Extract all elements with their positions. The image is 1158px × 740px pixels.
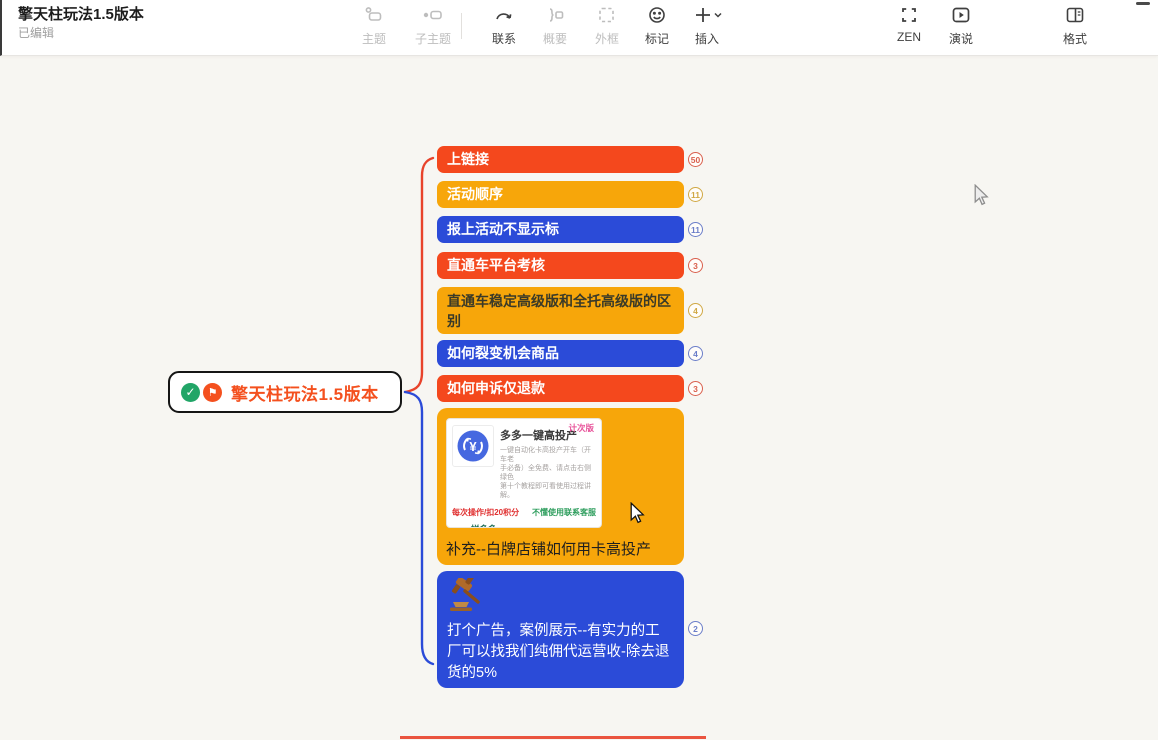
- window-minimize-dash[interactable]: [1136, 2, 1150, 5]
- present-label: 演说: [935, 30, 987, 47]
- cost-note: 每次操作/扣20积分: [452, 507, 519, 518]
- mindmap-canvas[interactable]: ✓ ⚑ 擎天柱玩法1.5版本 上链接 活动顺序 报上活动不显示标 直通车平台考核…: [0, 56, 1158, 740]
- topic-count-badge[interactable]: 4: [688, 303, 703, 318]
- topic-activity-no-tag[interactable]: 报上活动不显示标: [437, 216, 684, 243]
- help-note: 不懂使用联系客服: [532, 507, 596, 518]
- insert-plus-icon: [678, 5, 736, 29]
- document-status: 已编辑: [18, 24, 54, 41]
- format-label: 格式: [1049, 30, 1101, 47]
- topic-count-badge[interactable]: 4: [688, 346, 703, 361]
- document-title[interactable]: 擎天柱玩法1.5版本: [18, 3, 144, 24]
- zen-brackets-icon: [883, 5, 935, 29]
- root-topic[interactable]: ✓ ⚑ 擎天柱玩法1.5版本: [168, 371, 402, 413]
- summary-button[interactable]: 概要: [529, 5, 581, 47]
- topic-count-badge[interactable]: 11: [688, 222, 703, 237]
- remote-cursor: [972, 184, 990, 206]
- topic-ztc-platform-check[interactable]: 直通车平台考核: [437, 252, 684, 279]
- topic-split-opportunity-product[interactable]: 如何裂变机会商品: [437, 340, 684, 367]
- marker-label: 标记: [631, 30, 683, 47]
- tool-logo-icon: ¥: [452, 425, 494, 467]
- tool-card-description: 一键自动化卡高投产开车（开车老 手必备）全免费、请点击右侧绿色 第十个教程即可看…: [500, 446, 596, 500]
- zen-button[interactable]: ZEN: [883, 5, 935, 44]
- topic-label: 上链接: [447, 150, 489, 169]
- insert-button[interactable]: 插入: [678, 5, 736, 47]
- toolbar: 擎天柱玩法1.5版本 已编辑 主题 子主题 联系 概要: [0, 0, 1158, 56]
- supplement-caption: 补充--白牌店铺如何用卡高投产: [446, 538, 675, 559]
- topic-count-badge[interactable]: 11: [688, 187, 703, 202]
- topic-label: 主题: [348, 30, 400, 47]
- topic-ztc-version-diff[interactable]: 直通车稳定高级版和全托高级版的区别: [437, 287, 684, 334]
- platform-label: 拼多多: [471, 523, 601, 528]
- gavel-icon: [447, 578, 487, 612]
- topic-count-badge[interactable]: 50: [688, 152, 703, 167]
- flag-marker-icon[interactable]: ⚑: [203, 383, 222, 402]
- relationship-icon: [478, 5, 530, 29]
- root-topic-label: 擎天柱玩法1.5版本: [231, 380, 379, 405]
- topic-appeal-refund[interactable]: 如何申诉仅退款: [437, 375, 684, 402]
- topic-activity-order[interactable]: 活动顺序: [437, 181, 684, 208]
- topic-label: 如何申诉仅退款: [447, 379, 545, 398]
- subtopic-button[interactable]: 子主题: [407, 5, 459, 47]
- toolbar-separator: [461, 13, 462, 39]
- tool-card-tag: 计次版: [568, 422, 594, 434]
- topic-button[interactable]: 主题: [348, 5, 400, 47]
- topic-label: 如何裂变机会商品: [447, 344, 559, 363]
- ad-text: 打个广告，案例展示--有实力的工厂可以找我们纯佣代运营收-除去退货的5%: [447, 621, 674, 684]
- topic-ad-node[interactable]: 打个广告，案例展示--有实力的工厂可以找我们纯佣代运营收-除去退货的5%: [437, 571, 684, 688]
- summary-icon: [529, 5, 581, 29]
- topic-label: 活动顺序: [447, 185, 503, 204]
- marker-smiley-icon: [631, 5, 683, 29]
- topic-count-badge[interactable]: 2: [688, 621, 703, 636]
- present-play-icon: [935, 5, 987, 29]
- currency-glyph: ¥: [469, 439, 477, 454]
- relationship-label: 联系: [478, 30, 530, 47]
- topic-upload-link[interactable]: 上链接: [437, 146, 684, 173]
- summary-label: 概要: [529, 30, 581, 47]
- boundary-button[interactable]: 外框: [581, 5, 633, 47]
- format-button[interactable]: 格式: [1049, 5, 1101, 47]
- relationship-button[interactable]: 联系: [478, 5, 530, 47]
- subtopic-label: 子主题: [407, 30, 459, 47]
- topic-label: 直通车平台考核: [447, 256, 545, 275]
- insert-label: 插入: [678, 30, 736, 47]
- zen-label: ZEN: [883, 30, 935, 44]
- boundary-icon: [581, 5, 633, 29]
- marker-button[interactable]: 标记: [631, 5, 683, 47]
- playback-progress-line: [400, 736, 706, 739]
- present-button[interactable]: 演说: [935, 5, 987, 47]
- topic-count-badge[interactable]: 3: [688, 258, 703, 273]
- subtopic-icon: [407, 5, 459, 29]
- embedded-tool-card-image[interactable]: ¥ 多多一键高投产 计次版 一键自动化卡高投产开车（开车老 手必备）全免费、请点…: [446, 418, 602, 528]
- boundary-label: 外框: [581, 30, 633, 47]
- mouse-cursor: [628, 502, 646, 524]
- check-marker-icon[interactable]: ✓: [181, 383, 200, 402]
- topic-icon: [348, 5, 400, 29]
- topic-label: 报上活动不显示标: [447, 220, 559, 239]
- topic-count-badge[interactable]: 3: [688, 381, 703, 396]
- topic-supplement-image-node[interactable]: ¥ 多多一键高投产 计次版 一键自动化卡高投产开车（开车老 手必备）全免费、请点…: [437, 408, 684, 565]
- topic-label: 直通车稳定高级版和全托高级版的区别: [447, 291, 674, 331]
- format-panel-icon: [1049, 5, 1101, 29]
